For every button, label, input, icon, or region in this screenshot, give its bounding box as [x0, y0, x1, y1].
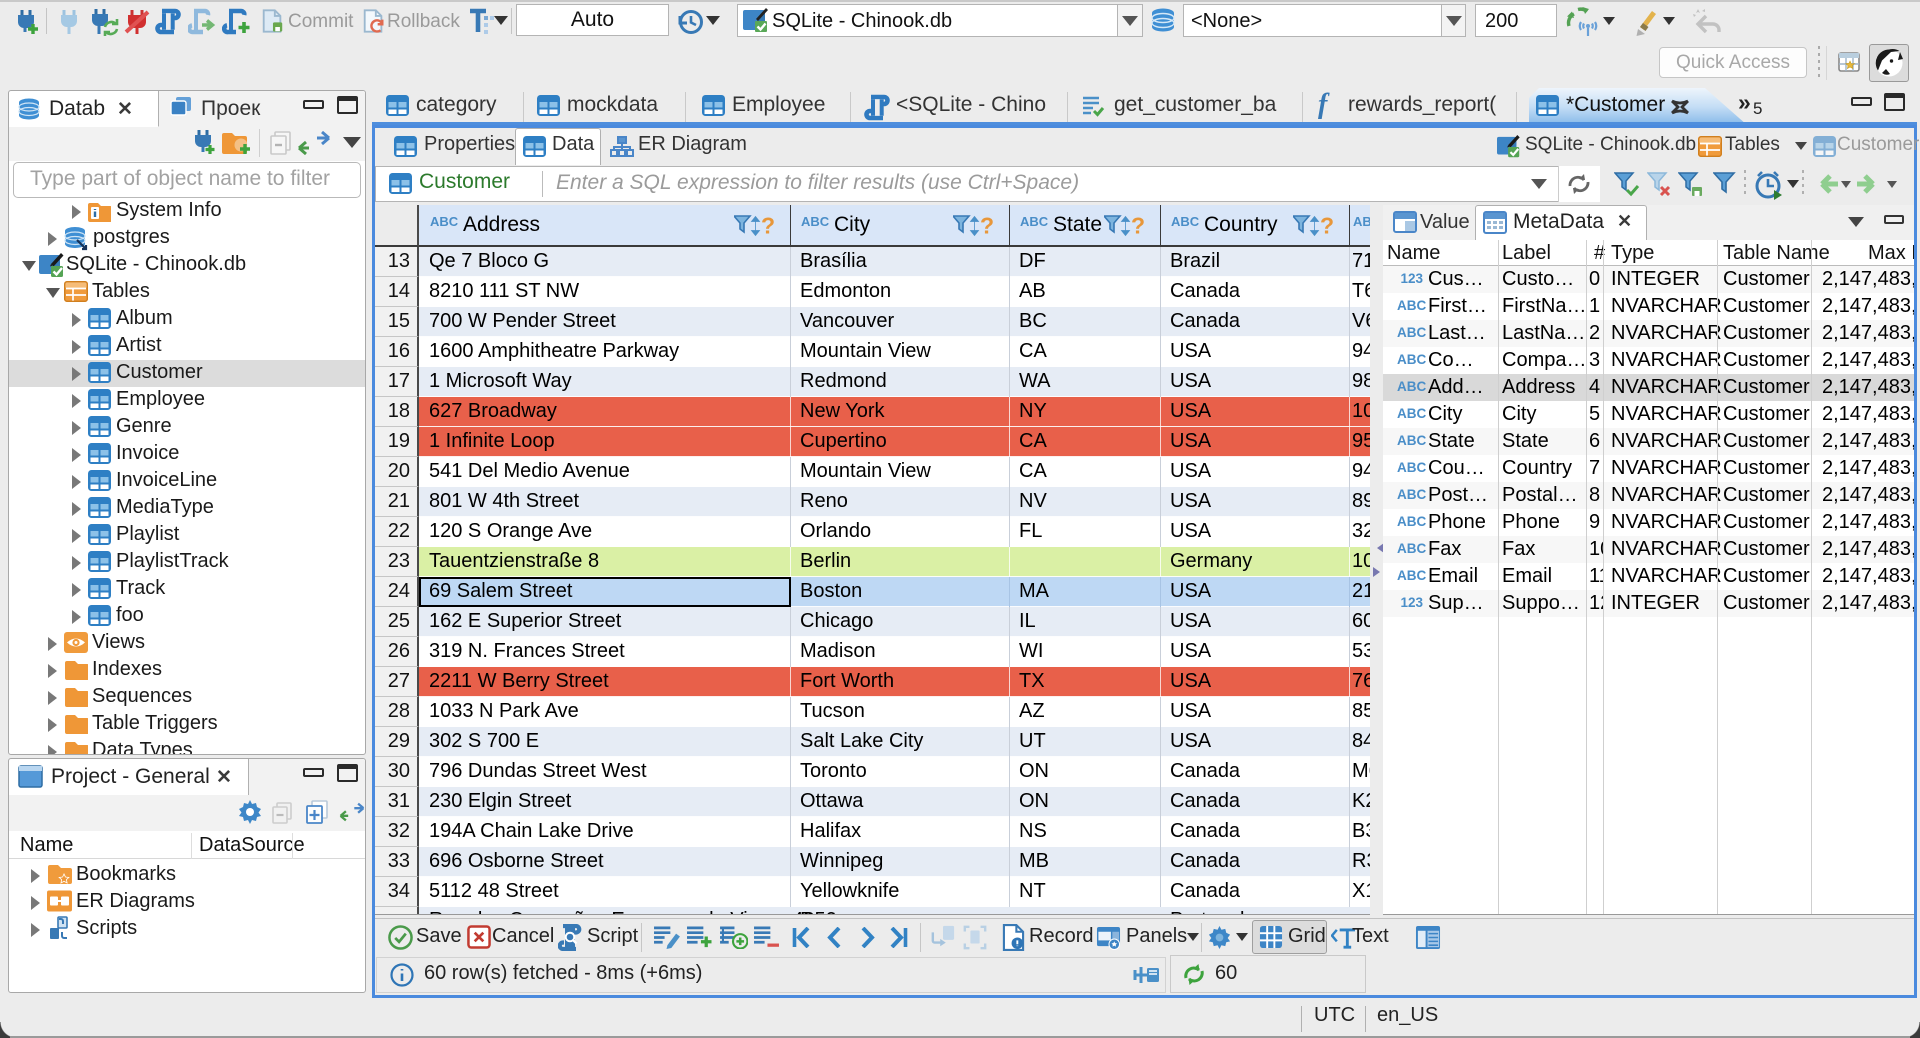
svg-text:?: ?	[761, 215, 775, 237]
svg-text:?: ?	[980, 215, 994, 237]
svg-text:?: ?	[1131, 215, 1145, 237]
svg-text:?: ?	[1320, 215, 1334, 237]
